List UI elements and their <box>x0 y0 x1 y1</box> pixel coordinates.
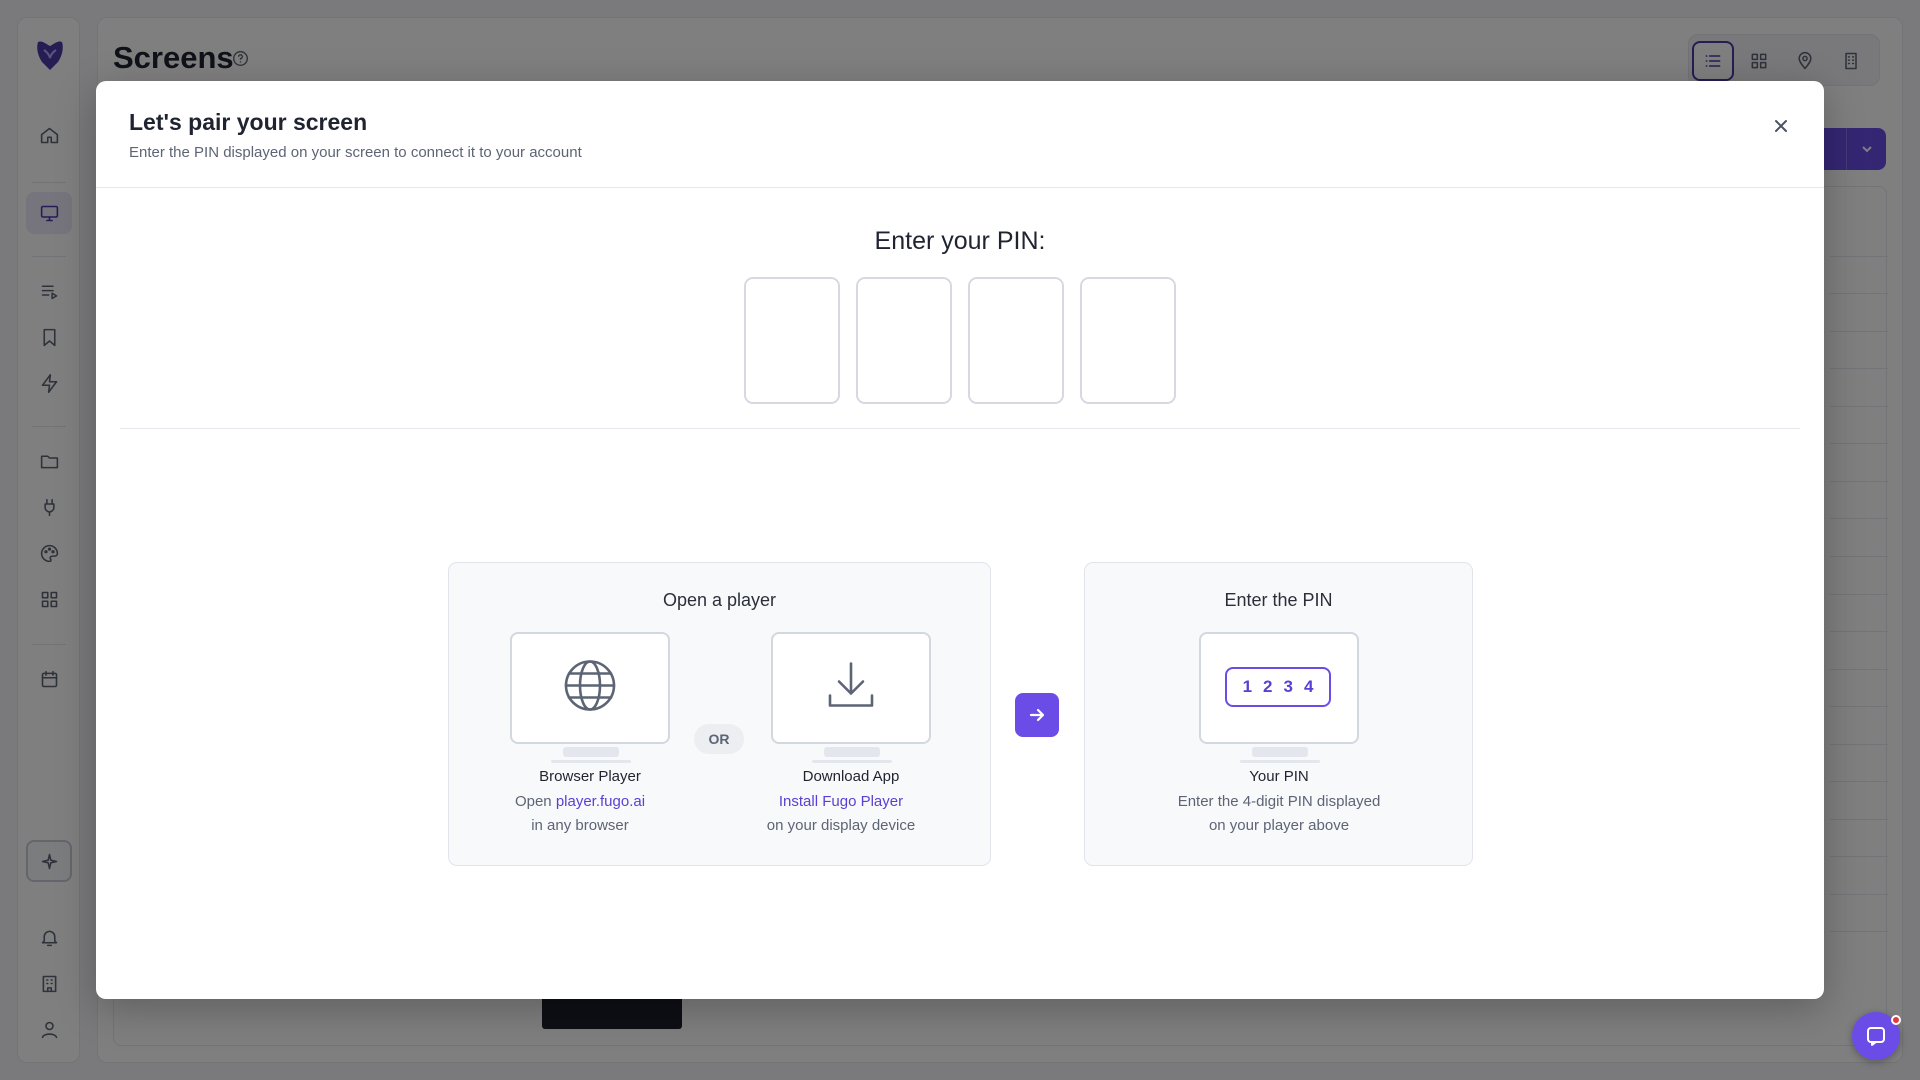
monitor-stand <box>1252 747 1308 757</box>
modal-title: Let's pair your screen <box>129 109 368 135</box>
modal-header: Let's pair your screen Enter the PIN dis… <box>96 81 1824 188</box>
pin-digit-4-input[interactable] <box>1080 277 1176 404</box>
or-separator: OR <box>694 724 744 754</box>
notification-dot <box>1891 1015 1901 1025</box>
browser-hint-text: in any browser <box>531 817 629 834</box>
monitor-stand <box>824 747 880 757</box>
download-hint-text: on your display device <box>766 817 916 834</box>
modal-subtitle: Enter the PIN displayed on your screen t… <box>129 144 582 161</box>
sample-pin-digit: 4 <box>1303 677 1314 696</box>
monitor-base <box>551 760 631 763</box>
pin-digit-2-input[interactable] <box>856 277 952 404</box>
enter-pin-card: Enter the PIN 1 2 3 4 Your PIN Enter the… <box>1084 562 1473 866</box>
globe-icon <box>564 660 616 711</box>
sample-pin-digit: 2 <box>1263 677 1273 696</box>
your-pin-label: Your PIN <box>1249 768 1309 785</box>
sample-pin-digit: 3 <box>1283 677 1293 696</box>
next-step-arrow <box>1015 693 1059 737</box>
pair-screen-modal: Let's pair your screen Enter the PIN dis… <box>96 81 1824 999</box>
browser-player-illustration <box>510 632 670 763</box>
install-fugo-player-link[interactable]: Install Fugo Player <box>779 793 903 810</box>
pin-hint-line-1: Enter the 4-digit PIN displayed <box>1177 793 1381 810</box>
pin-hint-line-2: on your player above <box>1208 817 1350 834</box>
browser-open-text: Open <box>514 793 556 810</box>
close-button[interactable] <box>1769 114 1793 138</box>
chat-icon <box>1867 1027 1885 1046</box>
sample-pin-digit: 1 <box>1242 677 1253 696</box>
pin-heading: Enter your PIN: <box>874 227 1046 255</box>
browser-player-label: Browser Player <box>539 768 641 785</box>
pin-display-illustration: 1 2 3 4 <box>1199 632 1359 763</box>
browser-player-description: Open player.fugo.ai in any browser <box>450 790 710 838</box>
monitor-stand <box>563 747 619 757</box>
download-app-illustration <box>771 632 931 763</box>
download-icon <box>828 662 874 707</box>
your-pin-description: Enter the 4-digit PIN displayed on your … <box>1129 790 1429 838</box>
close-icon <box>1775 120 1787 132</box>
arrow-right-icon <box>1029 708 1045 722</box>
card-title: Enter the PIN <box>1224 590 1333 610</box>
monitor-base <box>1240 760 1320 763</box>
sample-pin: 1 2 3 4 <box>1225 667 1331 707</box>
pin-digit-1-input[interactable] <box>744 277 840 404</box>
open-player-card: Open a player OR Browser Player Open pla… <box>448 562 991 866</box>
pin-digit-3-input[interactable] <box>968 277 1064 404</box>
player-url-link[interactable]: player.fugo.ai <box>556 793 645 810</box>
download-app-description: Install Fugo Player on your display devi… <box>711 790 971 838</box>
download-app-label: Download App <box>802 768 900 785</box>
monitor-base <box>812 760 892 763</box>
section-divider <box>120 428 1800 429</box>
card-title: Open a player <box>662 590 777 610</box>
